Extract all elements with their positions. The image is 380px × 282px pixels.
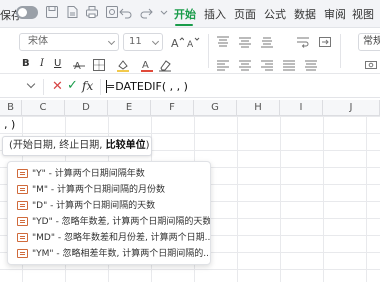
column-header-d[interactable]: D bbox=[65, 100, 108, 116]
autosave-toggle[interactable] bbox=[16, 6, 38, 19]
tooltip-close-paren: ) bbox=[145, 140, 150, 151]
autocomplete-list: "Y" - 计算两个日期间隔年数 "M" - 计算两个日期间隔的月份数 "D" … bbox=[7, 161, 211, 265]
merge-cells-icon[interactable] bbox=[318, 35, 332, 49]
column-header-c[interactable]: C bbox=[22, 100, 65, 116]
chevron-down-icon bbox=[107, 37, 116, 46]
font-color-icon[interactable]: A bbox=[140, 58, 154, 72]
active-tab-indicator bbox=[175, 24, 193, 26]
column-header-j[interactable]: J bbox=[323, 100, 380, 116]
font-name-select[interactable]: 宋体 bbox=[19, 33, 119, 51]
function-list-icon bbox=[17, 169, 28, 178]
list-item[interactable]: "YM" - 忽略相差年数, 计算两个日期间隔的... bbox=[8, 246, 210, 262]
export-pdf-icon[interactable] bbox=[64, 4, 80, 20]
list-item[interactable]: "Y" - 计算两个日期间隔年数 bbox=[8, 166, 210, 182]
italic-icon[interactable]: I bbox=[40, 58, 44, 69]
function-argument-tooltip: (开始日期, 终止日期, 比较单位) bbox=[2, 136, 152, 156]
formula-bar: ✕ ✓ fx =DATEDIF( , , ) bbox=[0, 76, 380, 98]
align-middle-icon[interactable] bbox=[238, 35, 252, 49]
underline-icon[interactable]: U bbox=[54, 58, 61, 69]
column-header-f[interactable]: F bbox=[151, 100, 194, 116]
tab-formula[interactable]: 公式 bbox=[264, 6, 286, 22]
fill-color-icon[interactable] bbox=[116, 58, 130, 72]
align-right-icon[interactable] bbox=[260, 58, 274, 72]
function-list-icon bbox=[17, 233, 28, 242]
function-list-icon bbox=[17, 185, 28, 194]
list-item[interactable]: "YD" - 忽略年数差, 计算两个日期间隔的天数 bbox=[8, 214, 210, 230]
distributed-align-icon[interactable] bbox=[304, 58, 318, 72]
align-center-icon[interactable] bbox=[238, 58, 252, 72]
wrap-text-icon[interactable] bbox=[296, 35, 310, 49]
list-item-label: "M" - 计算两个日期间隔的月份数 bbox=[32, 185, 166, 195]
svg-text:A: A bbox=[171, 37, 179, 49]
ribbon-toolbar: 宋体 11 A A B I U A A bbox=[0, 28, 380, 74]
formula-bar-divider bbox=[100, 79, 101, 95]
column-header-g[interactable]: G bbox=[194, 100, 237, 116]
list-item-label: "YD" - 忽略年数差, 计算两个日期间隔的天数 bbox=[32, 217, 210, 227]
list-item-label: "YM" - 忽略相差年数, 计算两个日期间隔的... bbox=[32, 249, 210, 259]
fx-icon[interactable]: fx bbox=[82, 79, 93, 93]
tab-home[interactable]: 开始 bbox=[174, 6, 196, 22]
justify-icon[interactable] bbox=[282, 58, 296, 72]
tooltip-args: (开始日期, 终止日期, bbox=[9, 140, 106, 151]
strikethrough-icon[interactable]: A bbox=[72, 58, 86, 72]
list-item-label: "Y" - 计算两个日期间隔年数 bbox=[32, 169, 145, 179]
chevron-down-icon[interactable] bbox=[26, 79, 36, 89]
list-item-label: "D" - 计算两个日期间隔的天数 bbox=[32, 201, 156, 211]
function-list-icon bbox=[17, 249, 28, 258]
confirm-icon[interactable]: ✓ bbox=[67, 78, 78, 93]
column-header-e[interactable]: E bbox=[108, 100, 151, 116]
quick-access-more-icon[interactable] bbox=[156, 4, 172, 20]
print-icon[interactable] bbox=[84, 4, 100, 20]
align-bottom-icon[interactable] bbox=[260, 35, 274, 49]
tab-view[interactable]: 视图 bbox=[352, 6, 374, 22]
svg-text:A: A bbox=[142, 60, 149, 71]
tab-insert[interactable]: 插入 bbox=[204, 6, 226, 22]
tab-data[interactable]: 数据 bbox=[294, 6, 316, 22]
font-size-value: 11 bbox=[129, 36, 142, 47]
decrease-font-icon[interactable]: A bbox=[186, 35, 200, 50]
ribbon-divider bbox=[340, 34, 341, 68]
align-left-icon[interactable] bbox=[216, 58, 230, 72]
undo-icon[interactable] bbox=[118, 4, 134, 20]
active-cell-content[interactable]: , ) bbox=[4, 118, 15, 131]
align-top-icon[interactable] bbox=[216, 35, 230, 49]
top-tab-bar: 保存 开始 插入 页面 公式 数据 审阅 视图 bbox=[0, 0, 380, 28]
tooltip-current-arg: 比较单位 bbox=[105, 140, 146, 151]
cancel-icon[interactable]: ✕ bbox=[52, 79, 63, 94]
list-item-label: "MD" - 忽略年数差和月份差, 计算两个日期... bbox=[32, 233, 210, 243]
formula-bar-divider bbox=[43, 79, 44, 95]
tab-review[interactable]: 审阅 bbox=[324, 6, 346, 22]
bold-icon[interactable]: B bbox=[22, 58, 30, 69]
ribbon-divider bbox=[208, 34, 209, 68]
increase-font-icon[interactable]: A bbox=[170, 35, 185, 50]
function-list-icon bbox=[17, 201, 28, 210]
redo-icon[interactable] bbox=[138, 4, 154, 20]
font-name-value: 宋体 bbox=[28, 36, 48, 47]
font-size-select[interactable]: 11 bbox=[123, 33, 163, 51]
list-item[interactable]: "M" - 计算两个日期间隔的月份数 bbox=[8, 182, 210, 198]
column-header-h[interactable]: H bbox=[237, 100, 280, 116]
toggle-knob bbox=[18, 8, 27, 17]
number-format-value: 常规 bbox=[363, 36, 380, 47]
column-header-i[interactable]: I bbox=[280, 100, 323, 116]
svg-text:A: A bbox=[187, 40, 194, 49]
column-headers: B C D E F G H I J bbox=[0, 100, 380, 116]
list-item[interactable]: "D" - 计算两个日期间隔的天数 bbox=[8, 198, 210, 214]
clear-format-icon[interactable] bbox=[158, 58, 172, 72]
formula-input[interactable]: =DATEDIF( , , ) bbox=[106, 80, 188, 93]
function-list-icon bbox=[17, 217, 28, 226]
save-icon[interactable] bbox=[44, 4, 60, 20]
border-icon[interactable] bbox=[92, 58, 106, 72]
number-format-select[interactable]: 常规 bbox=[358, 33, 380, 51]
column-header-b[interactable]: B bbox=[0, 100, 22, 116]
chevron-down-icon bbox=[151, 37, 160, 46]
tab-page[interactable]: 页面 bbox=[234, 6, 256, 22]
currency-format-icon[interactable] bbox=[364, 58, 378, 72]
list-item[interactable]: "MD" - 忽略年数差和月份差, 计算两个日期... bbox=[8, 230, 210, 246]
